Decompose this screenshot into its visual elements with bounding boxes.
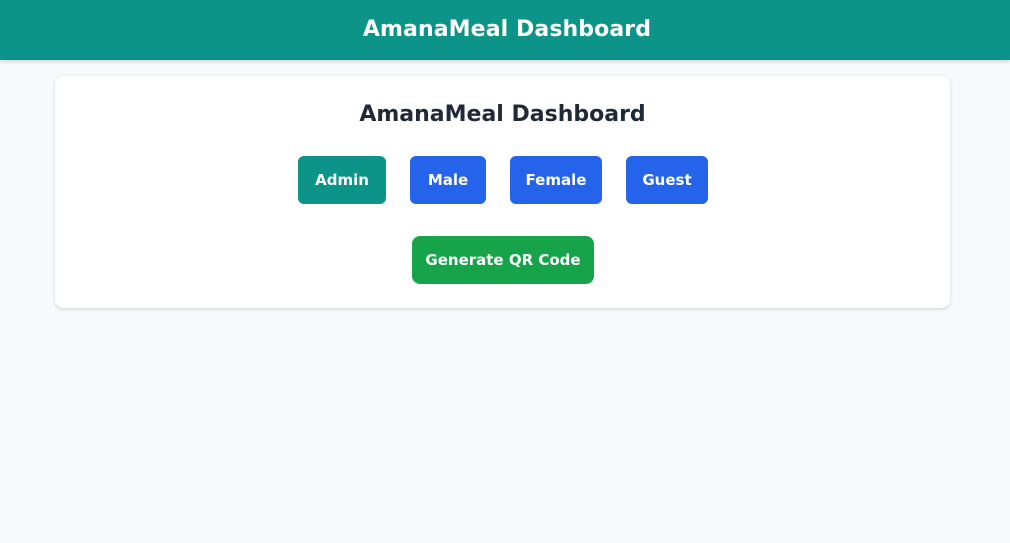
male-button[interactable]: Male	[410, 156, 486, 204]
page-title: AmanaMeal Dashboard	[359, 102, 646, 127]
guest-button[interactable]: Guest	[626, 156, 708, 204]
app-title: AmanaMeal Dashboard	[362, 17, 652, 42]
top-header-bar: AmanaMeal Dashboard	[0, 0, 1010, 60]
generate-qr-code-button[interactable]: Generate QR Code	[412, 236, 594, 284]
female-button[interactable]: Female	[510, 156, 602, 204]
admin-button[interactable]: Admin	[298, 156, 386, 204]
dashboard-card: AmanaMeal Dashboard Admin Male Female Gu…	[55, 76, 950, 308]
